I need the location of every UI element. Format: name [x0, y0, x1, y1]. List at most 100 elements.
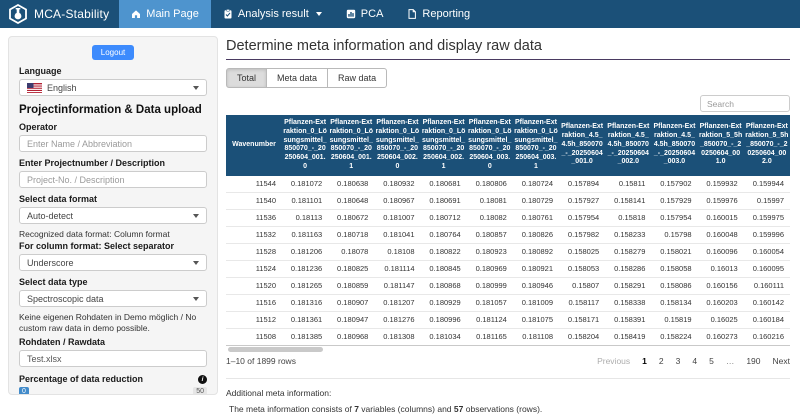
page-button-4[interactable]: 4 [692, 356, 697, 366]
table-row: 11536 0.18113 0.180672 0.181007 0.180712 0.18… [226, 209, 790, 227]
table-cell: 0.180729 [512, 192, 560, 210]
table-cell: 0.160156 [697, 277, 744, 295]
previous-page-button[interactable]: Previous [597, 356, 630, 366]
table-cell: 0.181207 [374, 294, 421, 312]
us-flag-icon [27, 82, 42, 93]
table-cell: 0.158286 [605, 260, 652, 278]
search-input[interactable] [700, 95, 790, 112]
table-row: 11528 0.181206 0.18078 0.18108 0.180822 0.180… [226, 243, 790, 261]
table-cell: 0.160216 [743, 328, 790, 346]
table-cell: 0.181041 [374, 226, 421, 244]
data-table: Wavenumber Pflanzen-Extraktion_0_Lösungsm… [226, 115, 790, 346]
column-header[interactable]: Wavenumber [226, 115, 282, 176]
app-brand[interactable]: MCA-Stability [0, 0, 119, 28]
page-button-5[interactable]: 5 [709, 356, 714, 366]
table-cell: 0.181072 [282, 175, 329, 193]
table-cell: 0.160054 [743, 243, 790, 261]
rawdata-label: Rohdaten / Rawdata [19, 337, 106, 348]
page-button-190[interactable]: 190 [746, 356, 760, 366]
tab-raw-data[interactable]: Raw data [327, 68, 388, 88]
table-cell: 0.180806 [466, 175, 513, 193]
column-header[interactable]: Pflanzen-Extraktion_0_Lösungsmittel_8500… [466, 115, 513, 176]
row-range-info: 1–10 of 1899 rows [226, 355, 296, 366]
meta-info-title: Additional meta information: [226, 387, 332, 398]
nav-tab-pca[interactable]: PCA [334, 0, 396, 28]
table-cell: 11524 [226, 260, 282, 278]
table-cell: 0.160096 [697, 243, 744, 261]
language-select[interactable]: English [19, 79, 207, 96]
table-cell: 0.160273 [697, 328, 744, 346]
sidebar-panel: Logout Language English Projectinformati… [8, 36, 218, 395]
table-cell: 0.158391 [605, 311, 652, 329]
table-cell: 0.158233 [605, 226, 652, 244]
meta-note-observations-count: 57 [453, 403, 464, 414]
column-header[interactable]: Pflanzen-Extraktion_0_Lösungsmittel_8500… [374, 115, 421, 176]
column-header[interactable]: Pflanzen-Extraktion_5_5h_850070_-_202506… [697, 115, 744, 176]
nav-tab-main-page[interactable]: Main Page [119, 0, 211, 28]
table-cell: 0.180947 [328, 311, 375, 329]
next-page-button[interactable]: Next [773, 356, 790, 366]
table-cell: 11528 [226, 243, 282, 261]
table-cell: 0.181316 [282, 294, 329, 312]
data-format-select[interactable]: Auto-detect [19, 207, 207, 224]
table-cell: 0.160048 [697, 226, 744, 244]
separator-label: For column format: Select separator [19, 241, 175, 252]
table-cell: 11512 [226, 311, 282, 329]
table-cell: 0.181236 [282, 260, 329, 278]
nav-tab-reporting[interactable]: Reporting [395, 0, 482, 28]
nav-tab-label: Analysis result [237, 8, 309, 20]
scrollbar-thumb[interactable] [228, 346, 323, 352]
column-header[interactable]: Pflanzen-Extraktion_0_Lösungsmittel_8500… [512, 115, 560, 176]
table-row: 11544 0.181072 0.180638 0.180932 0.180681 0.1… [226, 175, 790, 193]
table-cell: 0.180845 [420, 260, 467, 278]
column-header[interactable]: Pflanzen-Extraktion_0_Lösungsmittel_8500… [328, 115, 375, 176]
pagination: Previous 1 2 3 4 5 … 190 Next [597, 356, 790, 366]
table-cell: 0.180857 [466, 226, 513, 244]
column-header[interactable]: Pflanzen-Extraktion_4.5_4.5h_850070_-_20… [651, 115, 698, 176]
table-cell: 0.180718 [328, 226, 375, 244]
tab-meta-data[interactable]: Meta data [266, 68, 329, 88]
section-divider [226, 377, 790, 379]
info-icon[interactable]: i [198, 374, 207, 384]
column-header[interactable]: Pflanzen-Extraktion_4.5_4.5h_850070_-_20… [605, 115, 652, 176]
app-title: MCA-Stability [34, 7, 110, 21]
page-button-2[interactable]: 2 [659, 356, 664, 366]
column-header[interactable]: Pflanzen-Extraktion_0_Lösungsmittel_8500… [282, 115, 329, 176]
rawdata-input[interactable] [19, 350, 207, 368]
language-value: English [47, 82, 77, 93]
table-cell: 0.180764 [420, 226, 467, 244]
table-cell: 0.160111 [743, 277, 790, 295]
data-format-value: Auto-detect [27, 210, 74, 221]
table-cell: 0.15807 [559, 277, 606, 295]
table-cell: 0.157929 [651, 192, 698, 210]
page-button-1[interactable]: 1 [642, 356, 647, 366]
page-button-3[interactable]: 3 [676, 356, 681, 366]
table-cell: 0.181361 [282, 311, 329, 329]
operator-label: Operator [19, 122, 58, 132]
column-header[interactable]: Pflanzen-Extraktion_4.5_4.5h_850070_-_20… [559, 115, 606, 176]
table-cell: 0.181206 [282, 243, 329, 261]
data-type-select[interactable]: Spectroscopic data [19, 290, 207, 308]
table-cell: 0.181108 [512, 328, 560, 346]
chevron-down-icon [193, 213, 199, 218]
table-row: 11524 0.181236 0.180825 0.181114 0.180845 0.1… [226, 260, 790, 278]
table-cell: 0.181114 [374, 260, 421, 278]
table-row: 11520 0.181265 0.180859 0.181147 0.180868 0.1… [226, 277, 790, 295]
table-cell: 0.158053 [559, 260, 606, 278]
logout-button[interactable]: Logout [91, 45, 135, 60]
column-header[interactable]: Pflanzen-Extraktion_5_5h_850070_-_202506… [743, 115, 790, 176]
column-header[interactable]: Pflanzen-Extraktion_0_Lösungsmittel_8500… [420, 115, 467, 176]
operator-input[interactable] [19, 135, 207, 152]
nav-tab-analysis-result[interactable]: Analysis result [211, 0, 334, 28]
tab-total[interactable]: Total [226, 68, 268, 88]
separator-select[interactable]: Underscore [19, 254, 207, 272]
slider-current-value: 0 [19, 387, 29, 394]
table-cell: 0.157902 [651, 175, 698, 193]
table-cell: 0.181075 [512, 311, 560, 329]
table-cell: 0.180946 [512, 277, 560, 295]
project-input[interactable] [19, 171, 207, 188]
clipboard-check-icon [223, 9, 233, 19]
table-cell: 0.181009 [512, 294, 560, 312]
data-reduction-slider: 0 50 05101520253035404550 [19, 387, 207, 394]
table-cell: 0.159975 [743, 209, 790, 227]
